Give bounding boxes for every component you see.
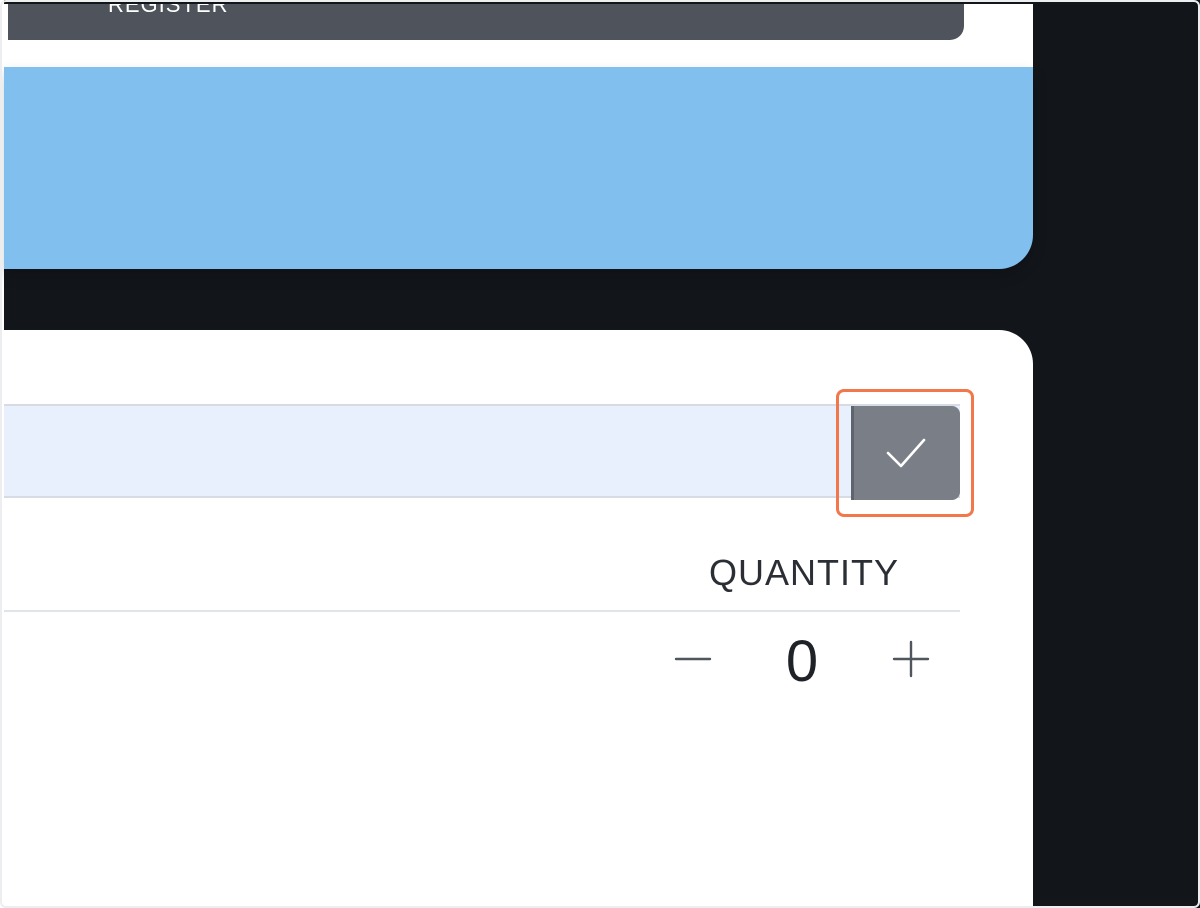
top-card: REGISTER [4,4,1033,74]
app-viewport: REGISTER QUANTITY 0 [0,0,1200,908]
confirm-button[interactable] [851,406,960,500]
increment-button[interactable] [880,622,940,702]
blue-panel [4,67,1033,269]
entry-row [4,404,960,500]
checkmark-icon [884,436,928,470]
decrement-button[interactable] [664,622,724,702]
header-divider [4,610,960,612]
button-separator [851,406,854,500]
plus-icon [880,622,940,705]
quantity-value: 0 [785,629,819,694]
quantity-stepper: 0 [664,622,944,702]
quantity-column-header: QUANTITY [708,552,899,593]
entry-input[interactable] [4,406,844,496]
register-button[interactable]: REGISTER [8,4,964,40]
order-card: QUANTITY 0 [4,330,1033,908]
minus-icon [664,622,724,705]
register-button-label: REGISTER [108,4,229,17]
